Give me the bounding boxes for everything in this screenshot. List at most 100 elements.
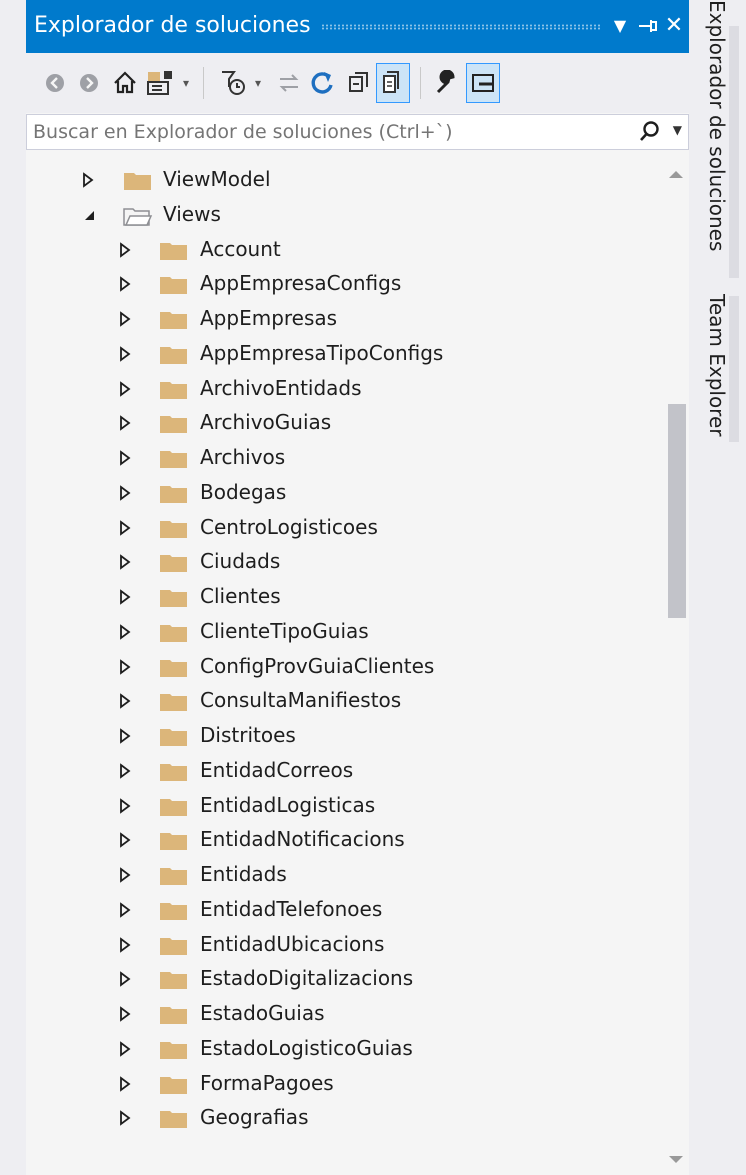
tree-node[interactable]: ArchivoGuias bbox=[26, 406, 662, 440]
tree-node[interactable]: Distritoes bbox=[26, 719, 662, 753]
toolbar: ▾ ▾ bbox=[26, 53, 689, 113]
expand-arrow-icon[interactable] bbox=[119, 866, 131, 884]
tree-node[interactable]: Archivos bbox=[26, 441, 662, 475]
preview-icon[interactable] bbox=[466, 63, 500, 103]
tree-node[interactable]: EntidadLogisticas bbox=[26, 789, 662, 823]
expand-arrow-icon[interactable] bbox=[119, 658, 131, 676]
tree-node[interactable]: Ciudads bbox=[26, 545, 662, 579]
tree-node-label: EntidadNotificacions bbox=[200, 827, 405, 852]
expand-arrow-icon[interactable] bbox=[119, 241, 131, 259]
tree-node[interactable]: CentroLogisticoes bbox=[26, 511, 662, 545]
tree-node-label: Entidads bbox=[200, 862, 287, 886]
expand-arrow-icon[interactable] bbox=[119, 345, 131, 363]
back-icon[interactable] bbox=[38, 63, 72, 103]
tree-node-label: AppEmpresas bbox=[200, 306, 338, 330]
refresh-icon[interactable] bbox=[306, 63, 340, 103]
folder-icon bbox=[159, 240, 189, 262]
show-all-files-icon[interactable] bbox=[376, 63, 410, 103]
tree-node-label: Account bbox=[200, 236, 281, 261]
collapse-arrow-icon[interactable] bbox=[82, 206, 94, 224]
tree-node[interactable]: ConfigProvGuiaClientes bbox=[26, 650, 662, 684]
expand-arrow-icon[interactable] bbox=[119, 449, 131, 467]
expand-arrow-icon[interactable] bbox=[119, 1005, 131, 1023]
tree-node[interactable]: Geografias bbox=[26, 1101, 662, 1135]
expand-arrow-icon[interactable] bbox=[119, 936, 131, 954]
properties-icon[interactable] bbox=[430, 63, 464, 103]
tree-node[interactable]: AppEmpresas bbox=[26, 302, 662, 336]
pending-changes-dropdown-icon[interactable]: ▾ bbox=[248, 63, 268, 103]
sync-icon[interactable] bbox=[272, 63, 306, 103]
scrollbar-thumb[interactable] bbox=[668, 404, 686, 618]
tree-node[interactable]: Entidads bbox=[26, 858, 662, 892]
expand-arrow-icon[interactable] bbox=[82, 171, 94, 189]
search-box[interactable]: ▼ bbox=[26, 114, 689, 150]
tree-node[interactable]: AppEmpresaTipoConfigs bbox=[26, 337, 662, 371]
tree-node[interactable]: ClienteTipoGuias bbox=[26, 615, 662, 649]
expand-arrow-icon[interactable] bbox=[119, 588, 131, 606]
expand-arrow-icon[interactable] bbox=[119, 797, 131, 815]
tree-node[interactable]: Bodegas bbox=[26, 476, 662, 510]
window-menu-icon[interactable]: ▼ bbox=[608, 10, 632, 42]
tree-node[interactable]: EntidadCorreos bbox=[26, 754, 662, 788]
folder-icon bbox=[159, 413, 189, 435]
tree-node[interactable]: EstadoDigitalizacions bbox=[26, 962, 662, 996]
close-icon[interactable]: ✕ bbox=[662, 10, 686, 42]
tab-team-explorer[interactable]: Team Explorer bbox=[689, 294, 729, 437]
expand-arrow-icon[interactable] bbox=[119, 692, 131, 710]
tree-node-label: ArchivoGuias bbox=[200, 410, 332, 435]
title-grip[interactable] bbox=[321, 24, 601, 30]
expand-arrow-icon[interactable] bbox=[119, 519, 131, 537]
expand-arrow-icon[interactable] bbox=[119, 484, 131, 502]
tree-node[interactable]: AppEmpresaConfigs bbox=[26, 267, 662, 301]
tree-node[interactable]: EntidadTelefonoes bbox=[26, 893, 662, 927]
tree-node[interactable]: Views bbox=[26, 198, 662, 232]
pin-icon[interactable] bbox=[636, 10, 660, 42]
switch-views-dropdown-icon[interactable]: ▾ bbox=[176, 63, 196, 103]
tree-node[interactable]: Clientes bbox=[26, 580, 662, 614]
tree-node[interactable]: EstadoGuias bbox=[26, 997, 662, 1031]
tree-node[interactable]: Account bbox=[26, 233, 662, 267]
search-options-dropdown-icon[interactable]: ▼ bbox=[673, 123, 682, 137]
expand-arrow-icon[interactable] bbox=[119, 380, 131, 398]
expand-arrow-icon[interactable] bbox=[119, 970, 131, 988]
tree-node-label: Distritoes bbox=[200, 723, 296, 747]
scroll-down-icon[interactable] bbox=[662, 1150, 689, 1170]
tab-explorador-de-soluciones[interactable]: Explorador de soluciones bbox=[689, 0, 729, 251]
tree-node[interactable]: EstadoLogisticoGuias bbox=[26, 1032, 662, 1066]
tree-node[interactable]: ConsultaManifiestos bbox=[26, 684, 662, 718]
tree-node[interactable]: EntidadUbicacions bbox=[26, 928, 662, 962]
tree-node[interactable]: FormaPagoes bbox=[26, 1067, 662, 1101]
expand-arrow-icon[interactable] bbox=[119, 623, 131, 641]
expand-arrow-icon[interactable] bbox=[119, 553, 131, 571]
pending-changes-filter-icon[interactable] bbox=[216, 63, 250, 103]
folder-icon bbox=[159, 1108, 189, 1130]
tree-node-label: Geografias bbox=[200, 1105, 309, 1130]
search-input[interactable] bbox=[33, 119, 613, 145]
expand-arrow-icon[interactable] bbox=[119, 831, 131, 849]
tree-node[interactable]: EntidadNotificacions bbox=[26, 823, 662, 857]
expand-arrow-icon[interactable] bbox=[119, 727, 131, 745]
folder-icon bbox=[159, 448, 189, 470]
expand-arrow-icon[interactable] bbox=[119, 1109, 131, 1127]
tree-node-label: EntidadTelefonoes bbox=[200, 896, 383, 921]
home-icon[interactable] bbox=[108, 63, 142, 103]
side-tab-strip: Explorador de soluciones Team Explorer bbox=[689, 0, 746, 1175]
expand-arrow-icon[interactable] bbox=[119, 275, 131, 293]
tree-node[interactable]: ArchivoEntidads bbox=[26, 372, 662, 406]
expand-arrow-icon[interactable] bbox=[119, 1040, 131, 1058]
expand-arrow-icon[interactable] bbox=[119, 310, 131, 328]
expand-arrow-icon[interactable] bbox=[119, 901, 131, 919]
collapse-all-icon[interactable] bbox=[342, 63, 376, 103]
folder-icon bbox=[159, 1004, 189, 1026]
search-icon[interactable] bbox=[638, 119, 662, 147]
title-bar[interactable]: Explorador de soluciones ▼ ✕ bbox=[26, 0, 689, 53]
expand-arrow-icon[interactable] bbox=[119, 762, 131, 780]
tree-node[interactable]: ViewModel bbox=[26, 163, 662, 197]
vertical-scrollbar[interactable] bbox=[662, 150, 689, 1175]
expand-arrow-icon[interactable] bbox=[119, 1075, 131, 1093]
switch-views-icon[interactable] bbox=[144, 63, 178, 103]
tree-node-label: EntidadLogisticas bbox=[200, 792, 376, 817]
forward-icon[interactable] bbox=[72, 63, 106, 103]
expand-arrow-icon[interactable] bbox=[119, 414, 131, 432]
scroll-up-icon[interactable] bbox=[662, 164, 689, 184]
